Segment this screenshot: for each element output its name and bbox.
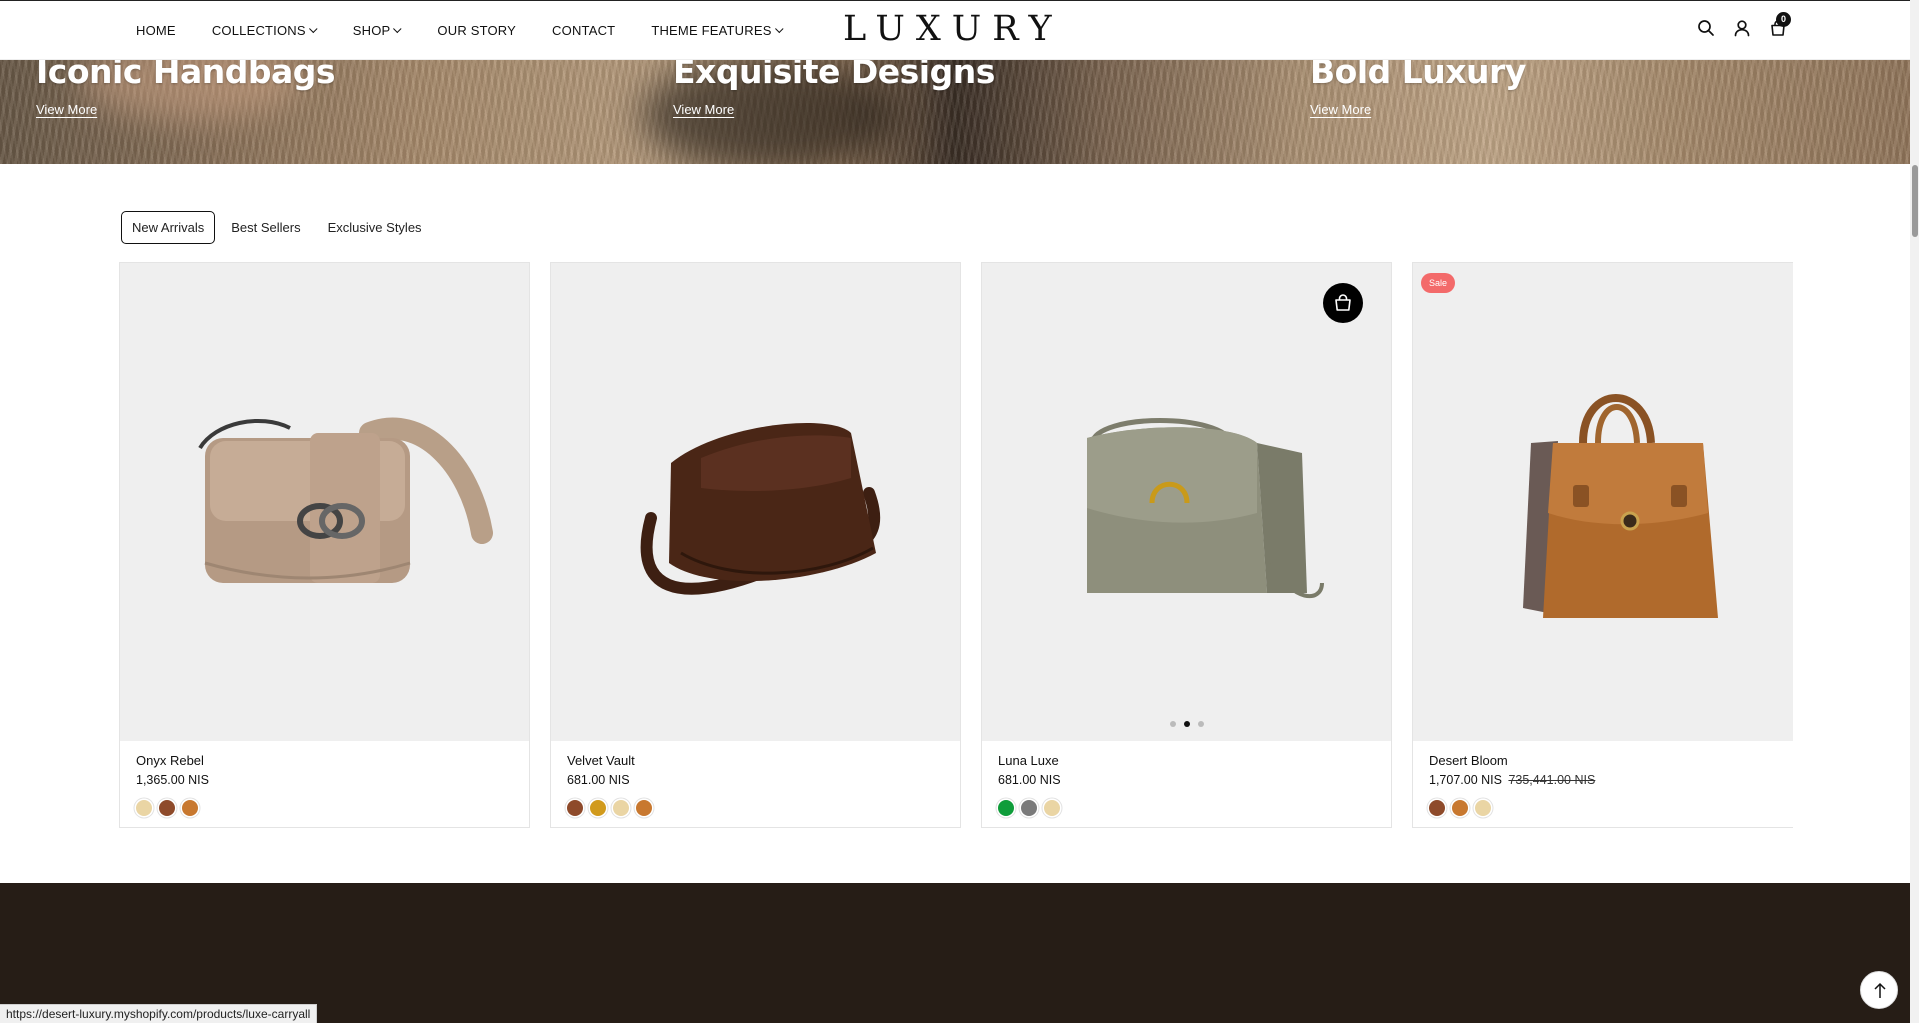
site-logo[interactable]: LUXURY xyxy=(843,9,1063,49)
color-swatch[interactable] xyxy=(136,800,152,816)
product-image[interactable]: Sale xyxy=(1413,263,1793,741)
product-price: 1,707.00 NIS 735,441.00 NIS xyxy=(1429,773,1595,787)
color-swatch[interactable] xyxy=(159,800,175,816)
product-image[interactable] xyxy=(982,263,1391,741)
header-icons xyxy=(1697,19,1787,37)
cart-count-badge: 0 xyxy=(1776,12,1791,27)
tab-exclusive-styles[interactable]: Exclusive Styles xyxy=(317,211,433,244)
color-swatch[interactable] xyxy=(567,800,583,816)
nav-shop[interactable]: SHOP xyxy=(353,23,402,38)
search-icon[interactable] xyxy=(1697,19,1715,37)
price-value: 1,707.00 NIS xyxy=(1429,773,1502,787)
nav-label: THEME FEATURES xyxy=(651,23,772,38)
carousel-dot[interactable] xyxy=(1169,721,1176,727)
color-swatches xyxy=(136,800,198,816)
product-image[interactable] xyxy=(551,263,960,741)
handbag-illustration xyxy=(640,423,881,595)
arrow-up-icon xyxy=(1874,982,1886,998)
nav-our-story[interactable]: OUR STORY xyxy=(437,23,516,38)
product-card[interactable]: Luna Luxe 681.00 NIS xyxy=(981,262,1392,828)
tab-new-arrivals[interactable]: New Arrivals xyxy=(121,211,216,244)
product-image[interactable] xyxy=(120,263,529,741)
quick-add-button[interactable] xyxy=(1323,283,1363,323)
carousel-dot[interactable] xyxy=(1197,721,1204,727)
bag-icon xyxy=(1335,294,1351,311)
color-swatch[interactable] xyxy=(590,800,606,816)
nav-home[interactable]: HOME xyxy=(136,23,176,38)
product-price: 681.00 NIS xyxy=(998,773,1061,787)
nav-label: OUR STORY xyxy=(437,23,517,38)
product-name[interactable]: Desert Bloom xyxy=(1429,753,1508,768)
back-to-top-button[interactable] xyxy=(1860,971,1898,1009)
hero-view-more-link[interactable]: View More xyxy=(1310,102,1371,117)
price-value: 1,365.00 NIS xyxy=(136,773,209,787)
product-price: 1,365.00 NIS xyxy=(136,773,209,787)
nav-contact[interactable]: CONTACT xyxy=(552,23,615,38)
hero-view-more-link[interactable]: View More xyxy=(36,102,97,117)
color-swatch[interactable] xyxy=(636,800,652,816)
product-card[interactable]: Velvet Vault 681.00 NIS xyxy=(550,262,961,828)
hero-item-3: Bold Luxury View More xyxy=(1310,52,1526,119)
account-icon[interactable] xyxy=(1733,19,1751,37)
carousel-dot[interactable] xyxy=(1183,721,1190,727)
color-swatches xyxy=(567,800,652,816)
color-swatches xyxy=(998,800,1060,816)
footer-section xyxy=(0,883,1910,1023)
chevron-down-icon xyxy=(308,24,318,33)
hero-item-1: Iconic Handbags View More xyxy=(36,52,336,119)
page: { "header": { "nav": ["HOME","COLLECTION… xyxy=(0,0,1919,1023)
chevron-down-icon xyxy=(774,24,784,33)
compare-at-price: 735,441.00 NIS xyxy=(1508,773,1596,787)
product-name[interactable]: Onyx Rebel xyxy=(136,753,204,768)
color-swatch[interactable] xyxy=(182,800,198,816)
color-swatch[interactable] xyxy=(613,800,629,816)
nav-theme-features[interactable]: THEME FEATURES xyxy=(651,23,784,38)
color-swatch[interactable] xyxy=(1429,800,1445,816)
hero-item-2: Exquisite Designs View More xyxy=(673,52,995,119)
scrollbar-thumb[interactable] xyxy=(1912,165,1918,237)
color-swatch[interactable] xyxy=(1021,800,1037,816)
tab-best-sellers[interactable]: Best Sellers xyxy=(220,211,311,244)
product-grid: Onyx Rebel 1,365.00 NIS Velvet Vault 681… xyxy=(119,262,1793,829)
price-value: 681.00 NIS xyxy=(998,773,1061,787)
product-name[interactable]: Luna Luxe xyxy=(998,753,1059,768)
image-carousel-dots xyxy=(1169,721,1204,727)
color-swatch[interactable] xyxy=(1475,800,1491,816)
handbag-illustration xyxy=(1087,418,1324,599)
product-price: 681.00 NIS xyxy=(567,773,630,787)
product-card[interactable]: Onyx Rebel 1,365.00 NIS xyxy=(119,262,530,828)
product-name[interactable]: Velvet Vault xyxy=(567,753,635,768)
color-swatch[interactable] xyxy=(1044,800,1060,816)
site-header: HOME COLLECTIONS SHOP OUR STORY CONTACT … xyxy=(0,0,1910,60)
nav-label: HOME xyxy=(136,23,176,38)
nav-label: CONTACT xyxy=(552,23,616,38)
color-swatch[interactable] xyxy=(998,800,1014,816)
chevron-down-icon xyxy=(393,24,402,33)
sale-badge: Sale xyxy=(1421,273,1456,293)
handbag-illustration xyxy=(1523,394,1718,618)
hero-view-more-link[interactable]: View More xyxy=(673,102,734,117)
color-swatches xyxy=(1429,800,1491,816)
nav-label: COLLECTIONS xyxy=(211,23,306,38)
scrollbar-track[interactable] xyxy=(1910,0,1919,1023)
product-card[interactable]: Sale Desert Bloom 1,707.00 NIS 735,441.0… xyxy=(1412,262,1793,828)
nav-collections[interactable]: COLLECTIONS xyxy=(211,23,318,38)
handbag-illustration xyxy=(198,417,493,583)
color-swatch[interactable] xyxy=(1452,800,1468,816)
browser-status-url: https://desert-luxury.myshopify.com/prod… xyxy=(0,1004,318,1023)
product-tabs: New Arrivals Best Sellers Exclusive Styl… xyxy=(121,211,438,244)
main-nav: HOME COLLECTIONS SHOP OUR STORY CONTACT … xyxy=(136,23,819,38)
price-value: 681.00 NIS xyxy=(567,773,630,787)
nav-label: SHOP xyxy=(352,23,391,38)
